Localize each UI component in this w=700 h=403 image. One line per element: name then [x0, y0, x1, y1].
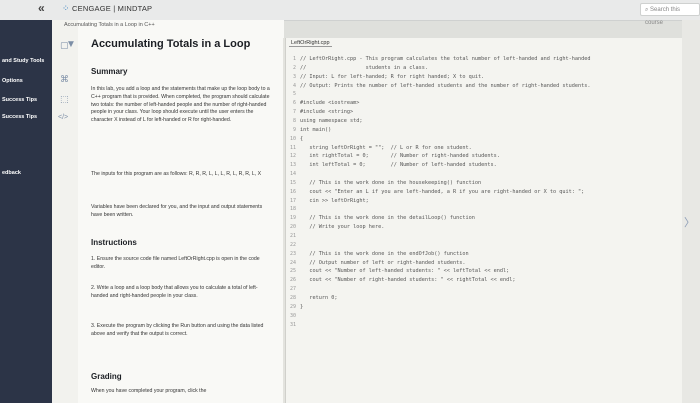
inputs-text: The inputs for this program are as follo… — [91, 171, 262, 177]
line-number: 27 — [289, 286, 296, 292]
code-line[interactable]: int leftTotal = 0; // Number of left-han… — [300, 162, 496, 168]
top-bar: « ⁘ CENGAGE | MINDTAP ⌕ Search this cour… — [0, 0, 700, 26]
line-number: 20 — [289, 224, 296, 230]
code-line[interactable]: return 0; — [300, 295, 337, 301]
code-line[interactable]: // Input: L for left-handed; R for right… — [300, 74, 484, 80]
code-line[interactable]: #include <string> — [300, 109, 353, 115]
line-number: 7 — [292, 109, 296, 115]
line-number: 10 — [289, 136, 296, 142]
sidebar-item-feedback[interactable]: edback — [2, 170, 21, 176]
line-number: 22 — [289, 242, 296, 248]
instruction-step-2: 2. Write a loop and a loop body that all… — [91, 285, 258, 299]
sidebar: and Study Tools Options Success Tips Suc… — [0, 20, 52, 403]
chevron-icon[interactable]: ▼ — [66, 39, 76, 50]
line-number: 1 — [292, 56, 296, 62]
line-number: 28 — [289, 295, 296, 301]
sidebar-item-study-tools[interactable]: and Study Tools — [2, 58, 44, 64]
breadcrumb: Accumulating Totals in a Loop in C++ — [64, 22, 155, 28]
line-number: 3 — [292, 74, 296, 80]
line-number: 2 — [292, 65, 296, 71]
code-line[interactable]: // students in a class. — [300, 65, 428, 71]
line-number: 16 — [289, 189, 296, 195]
activity-rail: ▢ ⌘ ⬚ </> — [52, 20, 79, 403]
code-line[interactable]: // LeftOrRight.cpp - This program calcul… — [300, 56, 590, 62]
grading-heading: Grading — [91, 372, 122, 381]
variables-paragraph: Variables have been declared for you, an… — [91, 204, 271, 220]
line-number: 25 — [289, 268, 296, 274]
line-number: 18 — [289, 206, 296, 212]
sidebar-item-options[interactable]: Options — [2, 78, 23, 84]
line-number: 30 — [289, 313, 296, 319]
file-tab[interactable]: LeftOrRight.cpp — [289, 40, 332, 47]
code-line[interactable]: // Write your loop here. — [300, 224, 384, 230]
search-input[interactable]: ⌕ Search this course — [640, 3, 700, 26]
page-title: Accumulating Totals in a Loop — [91, 38, 251, 50]
code-line[interactable]: cout << "Enter an L if you are left-hand… — [300, 189, 584, 195]
line-number: 23 — [289, 251, 296, 257]
summary-paragraph: In this lab, you add a loop and the stat… — [91, 86, 271, 125]
code-line[interactable]: #include <iostream> — [300, 100, 359, 106]
code-line[interactable]: // This is the work done in the endOfJob… — [300, 251, 468, 257]
line-number: 31 — [289, 322, 296, 328]
brand-name: CENGAGE | MINDTAP — [72, 4, 153, 13]
line-number: 21 — [289, 233, 296, 239]
sidebar-item-success-tips-2[interactable]: Success Tips — [2, 114, 37, 120]
code-line[interactable]: { — [300, 136, 303, 142]
line-number: 12 — [289, 153, 296, 159]
code-line[interactable]: // This is the work done in the detailLo… — [300, 215, 475, 221]
instructions-heading: Instructions — [91, 238, 137, 247]
line-number: 5 — [292, 91, 296, 97]
line-number: 8 — [292, 118, 296, 124]
code-line[interactable]: // This is the work done in the housekee… — [300, 180, 481, 186]
summary-heading: Summary — [91, 67, 128, 76]
variables-text: Variables have been declared for you, an… — [91, 204, 263, 218]
line-number: 24 — [289, 260, 296, 266]
summary-text: In this lab, you add a loop and the stat… — [91, 86, 270, 124]
line-number: 9 — [292, 127, 296, 133]
code-line[interactable]: cout << "Number of left-handed students:… — [300, 268, 509, 274]
page-icon[interactable]: ⬚ — [60, 94, 69, 105]
code-line[interactable]: cin >> leftOrRight; — [300, 198, 368, 204]
line-number: 4 — [292, 83, 296, 89]
line-number: 26 — [289, 277, 296, 283]
code-line[interactable]: } — [300, 304, 303, 310]
instruction-step-3: 3. Execute the program by clicking the R… — [91, 323, 264, 337]
inputs-paragraph: The inputs for this program are as follo… — [91, 171, 271, 179]
code-line[interactable]: string leftOrRight = ""; // L or R for o… — [300, 145, 471, 151]
code-line[interactable]: int main() — [300, 127, 331, 133]
code-line[interactable]: using namespace std; — [300, 118, 362, 124]
collapse-sidebar-button[interactable]: « — [38, 1, 45, 15]
chevron-right-icon[interactable]: 〉 — [684, 214, 695, 230]
line-number: 13 — [289, 162, 296, 168]
line-number: 6 — [292, 100, 296, 106]
line-number: 11 — [289, 145, 296, 151]
line-number: 14 — [289, 171, 296, 177]
line-number: 15 — [289, 180, 296, 186]
code-line[interactable]: // Output number of left or right-handed… — [300, 260, 465, 266]
code-line[interactable]: int rightTotal = 0; // Number of right-h… — [300, 153, 500, 159]
instruction-step-1: 1. Ensure the source code file named Lef… — [91, 256, 260, 270]
right-edge-panel — [682, 20, 700, 403]
search-placeholder: Search this course — [645, 7, 681, 26]
line-number: 19 — [289, 215, 296, 221]
grading-text: When you have completed your program, cl… — [91, 388, 207, 394]
line-number: 17 — [289, 198, 296, 204]
line-number: 29 — [289, 304, 296, 310]
sidebar-item-success-tips[interactable]: Success Tips — [2, 97, 37, 103]
cengage-logo-icon: ⁘ — [62, 3, 70, 13]
code-icon[interactable]: </> — [58, 114, 68, 121]
brand-logo: ⁘ CENGAGE | MINDTAP — [62, 3, 152, 14]
code-line[interactable]: cout << "Number of right-handed students… — [300, 277, 515, 283]
lab-icon[interactable]: ⌘ — [60, 74, 69, 85]
code-line[interactable]: // Output: Prints the number of left-han… — [300, 83, 590, 89]
